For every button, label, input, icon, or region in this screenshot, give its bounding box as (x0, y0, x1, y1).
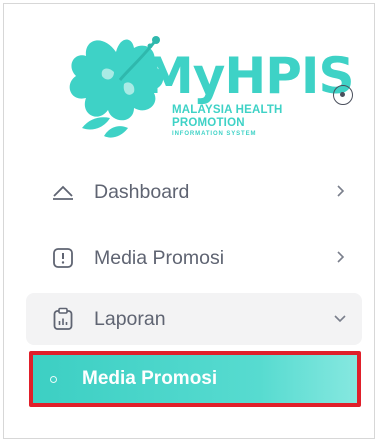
alert-square-icon (50, 245, 76, 271)
sidebar-toggle-icon[interactable] (333, 85, 353, 105)
sidebar-item-label: Laporan (94, 307, 166, 330)
logo-subtitle-1: MALAYSIA HEALTH (172, 104, 283, 116)
sidebar-item-label: Dashboard (94, 180, 190, 203)
sidebar: MyHPIS MALAYSIA HEALTH PROMOTION INFORMA… (3, 3, 375, 439)
sidebar-item-dashboard[interactable]: Dashboard (26, 166, 362, 218)
sidebar-item-laporan[interactable]: Laporan (26, 293, 362, 345)
bullet-icon (50, 375, 57, 383)
report-clipboard-icon (50, 306, 76, 332)
logo-title: MyHPIS (144, 47, 354, 105)
logo-subtitle-2: PROMOTION (172, 117, 245, 129)
logo-subtitle-3: INFORMATION SYSTEM (172, 131, 257, 137)
sidebar-item-label: Media Promosi (94, 246, 225, 269)
sidebar-item-media-promosi[interactable]: Media Promosi (26, 232, 362, 284)
myhpis-logo[interactable]: MyHPIS MALAYSIA HEALTH PROMOTION INFORMA… (64, 32, 354, 150)
sidebar-subitem-media-promosi[interactable]: Media Promosi (30, 353, 358, 405)
dashboard-icon (50, 179, 76, 205)
chevron-right-icon (332, 249, 348, 265)
sidebar-subitem-label: Media Promosi (82, 368, 218, 389)
chevron-down-icon (332, 310, 348, 326)
chevron-right-icon (332, 183, 348, 199)
